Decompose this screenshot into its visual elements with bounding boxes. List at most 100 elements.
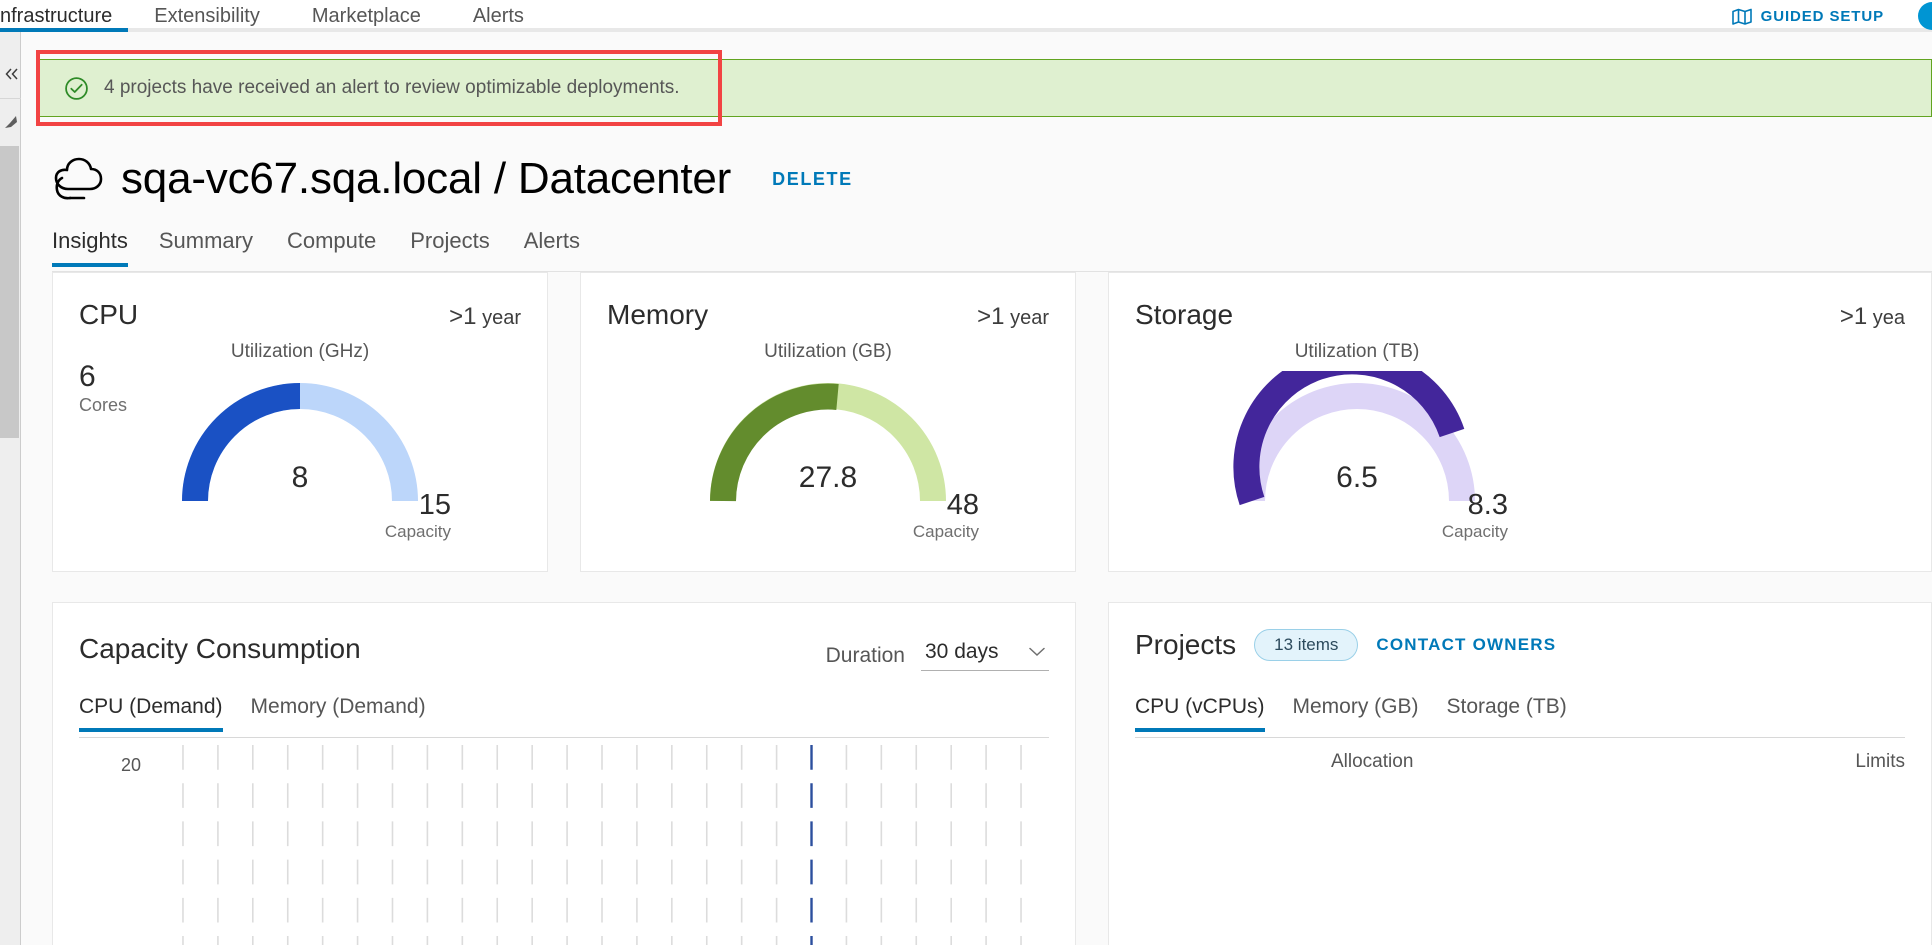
topnav-item-label: Extensibility: [154, 5, 260, 27]
delete-button[interactable]: DELETE: [772, 169, 853, 190]
card-title: Memory: [607, 299, 709, 330]
tab-cpu-vcpus[interactable]: CPU (vCPUs): [1135, 695, 1279, 732]
duration-value: 30 days: [925, 640, 999, 663]
tab-compute[interactable]: Compute: [270, 228, 393, 267]
projects-tabs: CPU (vCPUs) Memory (GB) Storage (TB): [1135, 695, 1905, 732]
guided-setup-label: GUIDED SETUP: [1760, 7, 1884, 25]
gauge-capacity-block: 8.3 Capacity: [1442, 491, 1508, 542]
card-period-unit: year: [1010, 307, 1049, 329]
gauge-capacity-label: Capacity: [912, 522, 979, 541]
gauge-utilization-label: Utilization (GHz): [230, 341, 370, 362]
top-navigation-bar: nfrastructure Extensibility Marketplace …: [0, 0, 1932, 32]
success-alert-banner: 4 projects have received an alert to rev…: [39, 59, 1932, 117]
chart-grid-svg: [182, 745, 1022, 945]
tab-label: Summary: [158, 228, 253, 253]
topnav-item-alerts[interactable]: Alerts: [447, 0, 550, 32]
gauge-capacity-block: 48 Capacity: [913, 491, 979, 542]
gauge-value: 27.8: [798, 461, 858, 494]
capacity-consumption-card: Capacity Consumption Duration 30 days CP…: [52, 602, 1076, 945]
card-period-unit: yea: [1872, 307, 1905, 329]
contact-owners-button[interactable]: CONTACT OWNERS: [1376, 635, 1556, 655]
projects-card: Projects 13 items CONTACT OWNERS CPU (vC…: [1108, 602, 1932, 945]
tab-memory-gb[interactable]: Memory (GB): [1279, 695, 1433, 732]
gauge-arc-holder: 8 15 Capacity: [173, 371, 451, 541]
card-period-num: >1: [977, 303, 1005, 330]
page-title: sqa-vc67.sqa.local / Datacenter: [121, 154, 732, 203]
projects-title: Projects: [1135, 629, 1237, 660]
capacity-consumption-title: Capacity Consumption: [79, 633, 361, 664]
tab-storage-tb[interactable]: Storage (TB): [1433, 695, 1581, 732]
card-title: Storage: [1135, 299, 1234, 330]
gauge-arc-holder: 6.5 8.3 Capacity: [1230, 348, 1508, 541]
topnav-item-label: nfrastructure: [0, 5, 113, 27]
duration-select[interactable]: 30 days: [921, 640, 1049, 671]
guided-setup-button[interactable]: GUIDED SETUP: [1731, 7, 1884, 25]
topnav-item-extensibility[interactable]: Extensibility: [128, 0, 286, 32]
tab-label: Memory (GB): [1292, 695, 1419, 718]
gauge-value: 8: [291, 461, 309, 494]
projects-table-header: Allocation Limits: [1135, 751, 1905, 791]
tab-label: Compute: [286, 228, 377, 253]
capacity-consumption-tabs: CPU (Demand) Memory (Demand): [79, 695, 1049, 732]
card-title: CPU: [79, 299, 139, 330]
duration-label: Duration: [825, 643, 905, 667]
card-period: >1 year: [977, 303, 1049, 331]
storage-gauge: Utilization (TB) 6.5 8.3 Capacity: [1109, 341, 1605, 541]
card-period-unit: year: [482, 307, 521, 329]
gauge-capacity-value: 15: [418, 489, 451, 521]
sidebar-scrollbar[interactable]: [0, 146, 19, 438]
page-title-row: sqa-vc67.sqa.local / Datacenter DELETE: [50, 154, 853, 204]
tab-projects[interactable]: Projects: [393, 228, 506, 267]
capacity-tabs-divider: [79, 737, 1049, 738]
cloud-datacenter-icon: [54, 157, 103, 200]
left-sidebar-rail: [0, 32, 21, 945]
duration-control: Duration 30 days: [826, 640, 1049, 671]
projects-count-badge: 13 items: [1254, 629, 1359, 661]
tab-cpu-demand[interactable]: CPU (Demand): [79, 695, 237, 732]
cpu-gauge-card: CPU >1 year 6 Cores Utilization (GHz) 8 …: [52, 272, 548, 572]
tab-label: Insights: [52, 228, 128, 253]
card-period: >1 yea: [1840, 303, 1905, 331]
check-circle-icon: [65, 76, 88, 100]
map-icon: [1731, 8, 1752, 25]
memory-gauge: Utilization (GB) 27.8 48 Capacity: [581, 341, 1075, 541]
sidebar-pin-button[interactable]: [0, 98, 21, 145]
chevron-down-icon: [1029, 647, 1045, 657]
pin-icon: [4, 116, 17, 128]
topnav-item-infrastructure[interactable]: nfrastructure: [0, 0, 129, 32]
card-header: Storage >1 yea: [1135, 299, 1905, 331]
gauge-utilization-label: Utilization (TB): [1294, 341, 1420, 362]
card-period: >1 year: [449, 303, 521, 331]
topnav-item-label: Marketplace: [311, 5, 421, 27]
tab-label: Alerts: [523, 228, 580, 253]
topnav-right-group: GUIDED SETUP: [1731, 0, 1932, 32]
tab-label: Memory (Demand): [250, 695, 426, 718]
main-content-area: 4 projects have received an alert to rev…: [22, 32, 1932, 945]
gauge-value: 6.5: [1336, 461, 1378, 494]
tab-label: CPU (Demand): [79, 695, 223, 718]
tab-label: CPU (vCPUs): [1135, 695, 1265, 718]
tab-summary[interactable]: Summary: [142, 228, 270, 267]
sidebar-collapse-button[interactable]: [0, 50, 21, 97]
gauge-capacity-block: 15 Capacity: [385, 491, 451, 542]
gauge-capacity-value: 48: [946, 489, 979, 521]
tab-label: Storage (TB): [1446, 695, 1567, 718]
gauge-capacity-label: Capacity: [1441, 522, 1508, 541]
card-period-num: >1: [1839, 303, 1868, 330]
topnav-item-marketplace[interactable]: Marketplace: [286, 0, 447, 32]
capacity-consumption-chart: 20: [79, 745, 1049, 945]
card-header: CPU >1 year: [79, 299, 521, 331]
column-header-allocation: Allocation: [1331, 751, 1414, 772]
tab-alerts[interactable]: Alerts: [507, 228, 597, 267]
alert-banner-wrapper: 4 projects have received an alert to rev…: [39, 59, 1932, 117]
tab-insights[interactable]: Insights: [52, 228, 142, 267]
projects-card-header: Projects 13 items CONTACT OWNERS: [1135, 629, 1556, 661]
user-avatar-icon[interactable]: [1918, 2, 1932, 30]
topnav-items: nfrastructure Extensibility Marketplace …: [0, 0, 550, 32]
chart-y-tick-label: 20: [121, 755, 142, 775]
page-tabs: Insights Summary Compute Projects Alerts: [52, 228, 1552, 272]
gauge-arc-holder: 27.8 48 Capacity: [701, 371, 979, 541]
tab-memory-demand[interactable]: Memory (Demand): [237, 695, 440, 732]
gauge-capacity-value: 8.3: [1467, 489, 1508, 521]
cpu-gauge: Utilization (GHz) 8 15 Capacity: [53, 341, 547, 541]
